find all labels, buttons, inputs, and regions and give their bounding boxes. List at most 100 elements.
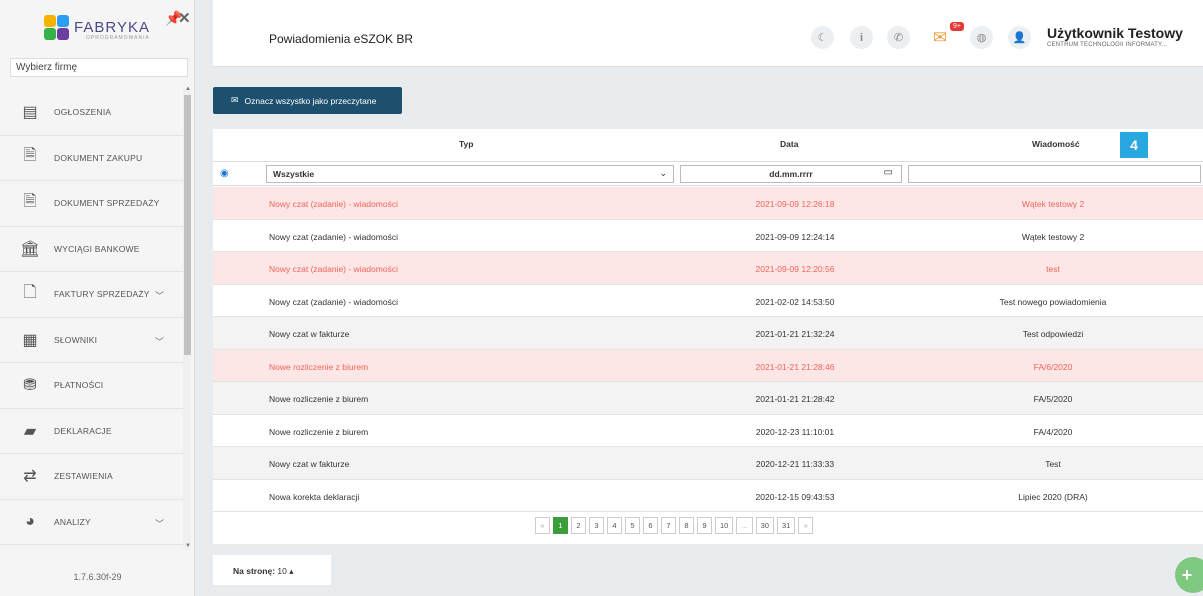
table-row[interactable]: Nowy czat (zadanie) - wiadomości 2021-09-… [213,187,1203,220]
cell-type: Nowe rozliczenie z biurem [269,361,369,372]
sidebar-menu: ▤ OGŁOSZENIA 🗎 DOKUMENT ZAKUPU 🗎 DOKUMEN… [0,90,183,545]
phone-icon[interactable]: ✆ [887,26,910,49]
sidebar-scroll-thumb[interactable] [184,95,191,355]
page-button[interactable]: 6 [643,517,658,534]
page-button[interactable]: 1 [553,517,568,534]
sidebar-item-ogloszenia[interactable]: ▤ OGŁOSZENIA [0,90,183,136]
page-button[interactable]: 9 [697,517,712,534]
message-filter-input[interactable] [908,165,1201,183]
page-button[interactable]: 8 [679,517,694,534]
sidebar-item-deklaracje[interactable]: ▰ DEKLARACJE [0,409,183,454]
globe-icon[interactable]: ◍ [970,26,993,49]
table-row[interactable]: Nowe rozliczenie z biurem 2021-01-21 21:2… [213,382,1203,415]
page-button[interactable]: « [535,517,550,534]
page-button[interactable]: 4 [607,517,622,534]
page-title: Powiadomienia eSZOK BR [269,32,414,46]
per-page-value: 10 [277,566,287,576]
cell-type: Nowy czat (zadanie) - wiadomości [269,199,398,209]
user-icon[interactable]: 👤 [1008,26,1031,49]
scroll-up-icon[interactable]: ▲ [185,86,191,92]
logo-text: FABRYKA [74,19,150,36]
chevron-down-icon: ﹀ [155,336,165,347]
cell-type: Nowy czat w fakturze [269,329,350,339]
cell-date: 2020-12-21 11:33:33 [755,459,835,469]
cell-date: 2020-12-23 11:10:01 [755,426,835,437]
cell-message: Lipiec 2020 (DRA) [1018,491,1088,502]
file-icon: 🗋 [23,283,37,301]
table-row[interactable]: Nowa korekta deklaracji 2020-12-15 09:43:… [213,480,1203,512]
mark-all-read-button[interactable]: ✉ Oznacz wszystko jako przeczytane [213,87,402,114]
calendar-icon[interactable]: ▭ [884,167,893,178]
sidebar-item-zestawienia[interactable]: ⇄ ZESTAWIENIA [0,454,183,500]
cell-date: 2021-01-21 21:28:46 [755,361,835,372]
cell-date: 2020-12-15 09:43:53 [755,491,835,502]
sidebar-item-label: FAKTURY SPRZEDAŻY [54,289,150,300]
chevron-down-icon: ﹀ [155,518,165,529]
page-button[interactable]: 10 [715,517,734,534]
page-button[interactable]: 2 [571,517,586,534]
table-row[interactable]: Nowe rozliczenie z biurem 2021-01-21 21:2… [213,349,1203,382]
cell-type: Nowy czat (zadanie) - wiadomości [269,231,398,242]
page-button[interactable]: 7 [661,517,676,534]
cell-message: Test nowego powiadomienia [999,296,1107,307]
per-page-label: Na stronę: [233,566,276,576]
cell-type: Nowy czat (zadanie) - wiadomości [269,264,398,274]
user-name[interactable]: Użytkownik Testowy [1047,25,1183,41]
page-button[interactable]: 30 [755,517,774,534]
column-header-message[interactable]: Wiadomość [1032,139,1080,149]
type-filter-value: Wszystkie [273,169,315,179]
close-icon[interactable]: ✕ [178,9,191,27]
page-button[interactable]: 31 [776,517,796,534]
pagination: «1 2 3 4 5 6 7 8 9 10... 30 31» [535,517,814,534]
page-button[interactable]: » [798,517,814,534]
type-filter-select[interactable]: Wszystkie ⌄ [266,165,674,183]
per-page-selector[interactable]: Na stronę: 10 ▴ [213,555,331,585]
sidebar-item-faktury-sprzedazy[interactable]: 🗋 FAKTURY SPRZEDAŻY ﹀ [0,272,183,318]
page-button[interactable]: 3 [589,517,604,534]
sidebar-item-analizy[interactable]: ◕ ANALIZY ﹀ [0,500,183,545]
dark-mode-icon[interactable]: ☾ [811,26,834,49]
table-row[interactable]: Nowy czat w fakturze 2021-01-21 21:32:24 T… [213,317,1203,350]
column-header-date[interactable]: Data [780,139,798,149]
sidebar-item-dokument-zakupu[interactable]: 🗎 DOKUMENT ZAKUPU [0,136,183,181]
eye-icon[interactable]: ◉ [220,168,229,179]
cell-message: Wątek testowy 2 [1021,199,1085,209]
sidebar: FABRYKA OPROGRAMOWANIA 📌 ✕ Wybierz firmę… [0,0,195,596]
table-row[interactable]: Nowy czat (zadanie) - wiadomości 2021-09-… [213,220,1203,252]
document-icon: 🗎 [23,192,37,210]
scroll-down-icon[interactable]: ▼ [185,543,191,549]
cell-type: Nowy czat w fakturze [269,459,350,469]
cell-date: 2021-02-02 14:53:50 [755,296,835,307]
caret-up-icon: ▴ [289,566,294,576]
cell-type: Nowa korekta deklaracji [269,491,360,502]
plus-icon: + [1181,564,1193,585]
page-button[interactable]: 5 [625,517,640,534]
company-select[interactable]: Wybierz firmę [10,58,188,77]
sidebar-item-label: DOKUMENT ZAKUPU [54,152,143,163]
sidebar-item-platnosci[interactable]: ⛃ PŁATNOŚCI [0,363,183,409]
mail-icon[interactable]: ✉ [927,26,953,49]
chevron-down-icon: ﹀ [155,291,165,301]
sidebar-item-slowniki[interactable]: ▦ SŁOWNIKI ﹀ [0,318,183,363]
page-button[interactable]: ... [736,517,753,534]
table-row[interactable]: Nowy czat (zadanie) - wiadomości 2021-02-… [213,285,1203,317]
add-button[interactable]: + [1175,557,1203,593]
cell-message: FA/6/2020 [1033,361,1073,372]
sidebar-item-wyciagi-bankowe[interactable]: 🏛 WYCIĄGI BANKOWE [0,227,183,272]
cell-type: Nowe rozliczenie z biurem [269,394,369,404]
table-row[interactable]: Nowy czat w fakturze 2020-12-21 11:33:33 T… [213,447,1203,480]
sidebar-item-label: PŁATNOŚCI [54,380,104,391]
cell-date: 2021-01-21 21:28:42 [755,394,835,404]
column-header-type[interactable]: Typ [459,139,473,149]
sidebar-item-label: ZESTAWIENIA [54,471,113,482]
cell-message: Test odpowiedzi [1022,329,1084,339]
logo: FABRYKA OPROGRAMOWANIA 📌 ✕ [0,0,194,55]
table-row[interactable]: Nowy czat (zadanie) - wiadomości 2021-09-… [213,252,1203,285]
sidebar-item-label: WYCIĄGI BANKOWE [54,243,140,254]
pie-chart-icon: ◕ [25,512,35,530]
table-row[interactable]: Nowe rozliczenie z biurem 2020-12-23 11:1… [213,415,1203,447]
sidebar-item-label: DOKUMENT SPRZEDAŻY [54,198,160,209]
info-icon[interactable]: i [850,26,873,49]
date-filter-input[interactable]: dd.mm.rrrr ▭ [680,165,902,183]
sidebar-item-dokument-sprzedazy[interactable]: 🗎 DOKUMENT SPRZEDAŻY [0,181,183,227]
